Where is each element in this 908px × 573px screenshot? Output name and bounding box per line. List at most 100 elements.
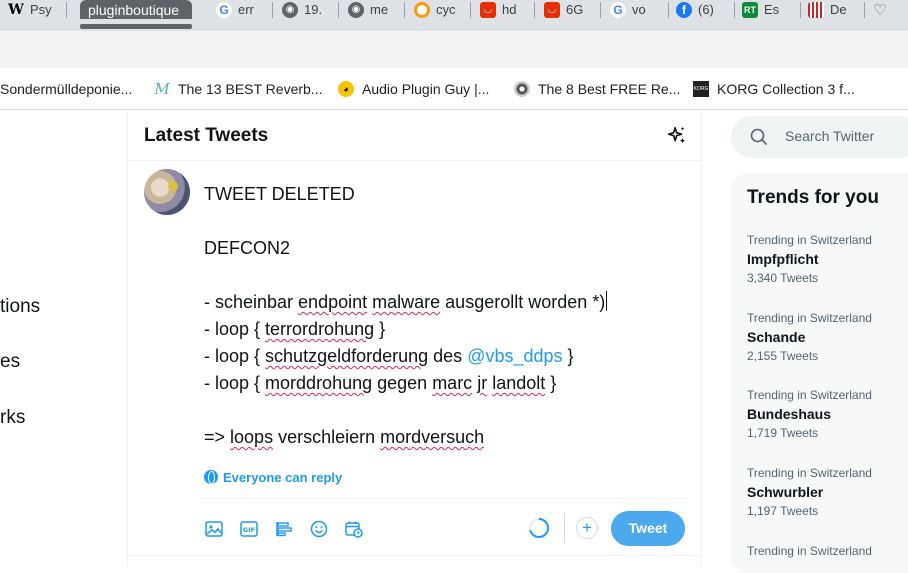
add-tweet-button[interactable]: + — [576, 517, 598, 539]
bookmark-label: The 8 Best FREE Re... — [538, 81, 681, 97]
tweet-button[interactable]: Tweet — [611, 511, 685, 546]
heart-outline-icon: ♡ — [873, 1, 887, 19]
tab-label: Psy — [30, 2, 52, 17]
main-column: Latest Tweets TWEET DELETED DEFCON2 - sc… — [127, 111, 702, 567]
compose-text: DEFCON2 — [204, 238, 291, 258]
compose-text: verschleiern — [273, 427, 381, 447]
trends-title: Trends for you — [747, 187, 879, 208]
trend-item[interactable]: Trending in Switzerland — [747, 543, 908, 559]
trend-context: Trending in Switzerland — [747, 388, 872, 402]
browser-tab[interactable]: G vo — [610, 0, 662, 19]
striped-icon — [808, 1, 824, 18]
aliexpress-icon: ◡ — [544, 1, 560, 18]
emoji-button[interactable] — [307, 514, 331, 544]
browser-tab[interactable]: RT Es — [742, 0, 792, 19]
tab-label: 19. — [304, 2, 323, 17]
browser-tab[interactable]: ◉ me — [348, 0, 396, 19]
rt-icon: RT — [742, 1, 758, 18]
trend-name: Impfpflicht — [747, 251, 819, 267]
tab-separator — [272, 2, 273, 18]
gif-icon: GIF — [240, 521, 258, 537]
aliexpress-icon: ◡ — [480, 1, 496, 18]
tab-label: cyc — [436, 2, 456, 17]
tab-label: err — [238, 2, 254, 17]
media-button[interactable] — [202, 514, 226, 544]
emoji-icon — [310, 520, 328, 538]
tab-separator — [864, 2, 865, 18]
trend-item[interactable]: Trending in Switzerland Bundeshaus 1,719… — [747, 387, 908, 442]
google-icon: G — [610, 1, 626, 18]
toolbar-separator — [564, 513, 565, 543]
tab-label: me — [370, 2, 389, 17]
compose-text: } — [545, 373, 557, 393]
nav-item-lists[interactable]: tions — [0, 296, 40, 318]
browser-tab[interactable]: ♡ — [872, 0, 902, 19]
browser-tab[interactable]: De — [808, 0, 858, 19]
compose-toolbar: GIF — [202, 514, 366, 544]
compose-text: - loop { — [204, 319, 266, 339]
trend-name: Bundeshaus — [747, 406, 832, 422]
bookmark-item[interactable]: Sondermülldeponie... — [0, 80, 132, 98]
gif-button[interactable]: GIF — [237, 514, 261, 544]
bookmark-item[interactable]: KORG KORG Collection 3 f... — [693, 80, 855, 98]
trend-item[interactable]: Trending in Switzerland Impfpflicht 3,34… — [747, 232, 908, 287]
active-tab-indicator — [80, 24, 192, 29]
schedule-button[interactable] — [342, 514, 366, 544]
search-input[interactable]: Search Twitter — [731, 116, 908, 158]
browser-tab[interactable]: ◉ 19. — [282, 0, 332, 19]
korg-icon: KORG — [693, 81, 709, 97]
compose-text: - scheinbar — [204, 292, 299, 312]
avatar[interactable] — [144, 169, 190, 215]
misspelled-word: endpoint — [298, 292, 368, 312]
bookmark-item[interactable]: ◕ Audio Plugin Guy |... — [338, 80, 489, 98]
trend-count: 1,197 Tweets — [747, 504, 819, 518]
nav-item-bookmarks[interactable]: rks — [0, 407, 25, 429]
tab-label: pluginboutique — [88, 1, 180, 18]
trend-item[interactable]: Trending in Switzerland Schande 2,155 Tw… — [747, 310, 908, 365]
poll-button[interactable] — [272, 514, 296, 544]
misspelled-word: terrordrohung — [265, 319, 375, 339]
trends-panel: Trends for you Trending in Switzerland I… — [731, 173, 908, 573]
tab-separator — [66, 2, 67, 18]
tab-separator — [404, 2, 405, 18]
misspelled-word: malware — [372, 292, 441, 312]
sparkle-icon[interactable] — [666, 125, 688, 147]
tab-label: (6) — [698, 2, 714, 17]
browser-tab-active[interactable]: pluginboutique — [80, 0, 192, 19]
browser-tab[interactable]: cyc — [414, 0, 464, 19]
tab-separator — [668, 2, 669, 18]
compose-text: } — [562, 346, 574, 366]
text-caret — [606, 291, 608, 311]
browser-tab[interactable]: ◡ hd — [480, 0, 526, 19]
trend-context: Trending in Switzerland — [747, 233, 872, 247]
browser-tab[interactable]: ◡ 6G — [544, 0, 594, 19]
page-title: Latest Tweets — [144, 125, 269, 146]
globe-icon: ◉ — [282, 1, 298, 18]
schedule-icon — [345, 521, 363, 538]
mention-link[interactable]: @vbs_ddps — [467, 346, 562, 366]
misspelled-word: loops — [230, 427, 274, 447]
nav-item-topics[interactable]: es — [0, 351, 20, 373]
tab-separator — [470, 2, 471, 18]
reply-setting-label: Everyone can reply — [223, 469, 343, 485]
bookmark-item[interactable]: The 8 Best FREE Re... — [514, 80, 680, 98]
browser-tab[interactable]: f (6) — [676, 0, 728, 19]
poll-icon — [276, 522, 292, 537]
compose-text: ausgerollt worden *) — [440, 292, 606, 312]
orange-icon — [414, 1, 430, 18]
browser-tab[interactable]: G err — [216, 0, 266, 19]
bookmark-item[interactable]: M The 13 BEST Reverb... — [154, 80, 322, 98]
browser-tab[interactable]: W Psy — [8, 0, 60, 19]
image-icon — [205, 521, 223, 537]
tweet-compose-textarea[interactable]: TWEET DELETED DEFCON2 - scheinbar endpoi… — [204, 181, 684, 451]
disc-icon — [514, 81, 530, 97]
tab-separator — [734, 2, 735, 18]
search-placeholder: Search Twitter — [785, 128, 875, 144]
svg-text:GIF: GIF — [243, 526, 255, 534]
trend-item[interactable]: Trending in Switzerland Schwurbler 1,197… — [747, 465, 908, 520]
browser-tab-strip: W Psy pluginboutique G err ◉ 19. ◉ me cy… — [0, 0, 908, 31]
globe-icon: ◉ — [348, 1, 364, 18]
reply-setting-button[interactable]: Everyone can reply — [204, 467, 342, 487]
compose-text: gegen — [372, 373, 433, 393]
trend-context: Trending in Switzerland — [747, 311, 872, 325]
